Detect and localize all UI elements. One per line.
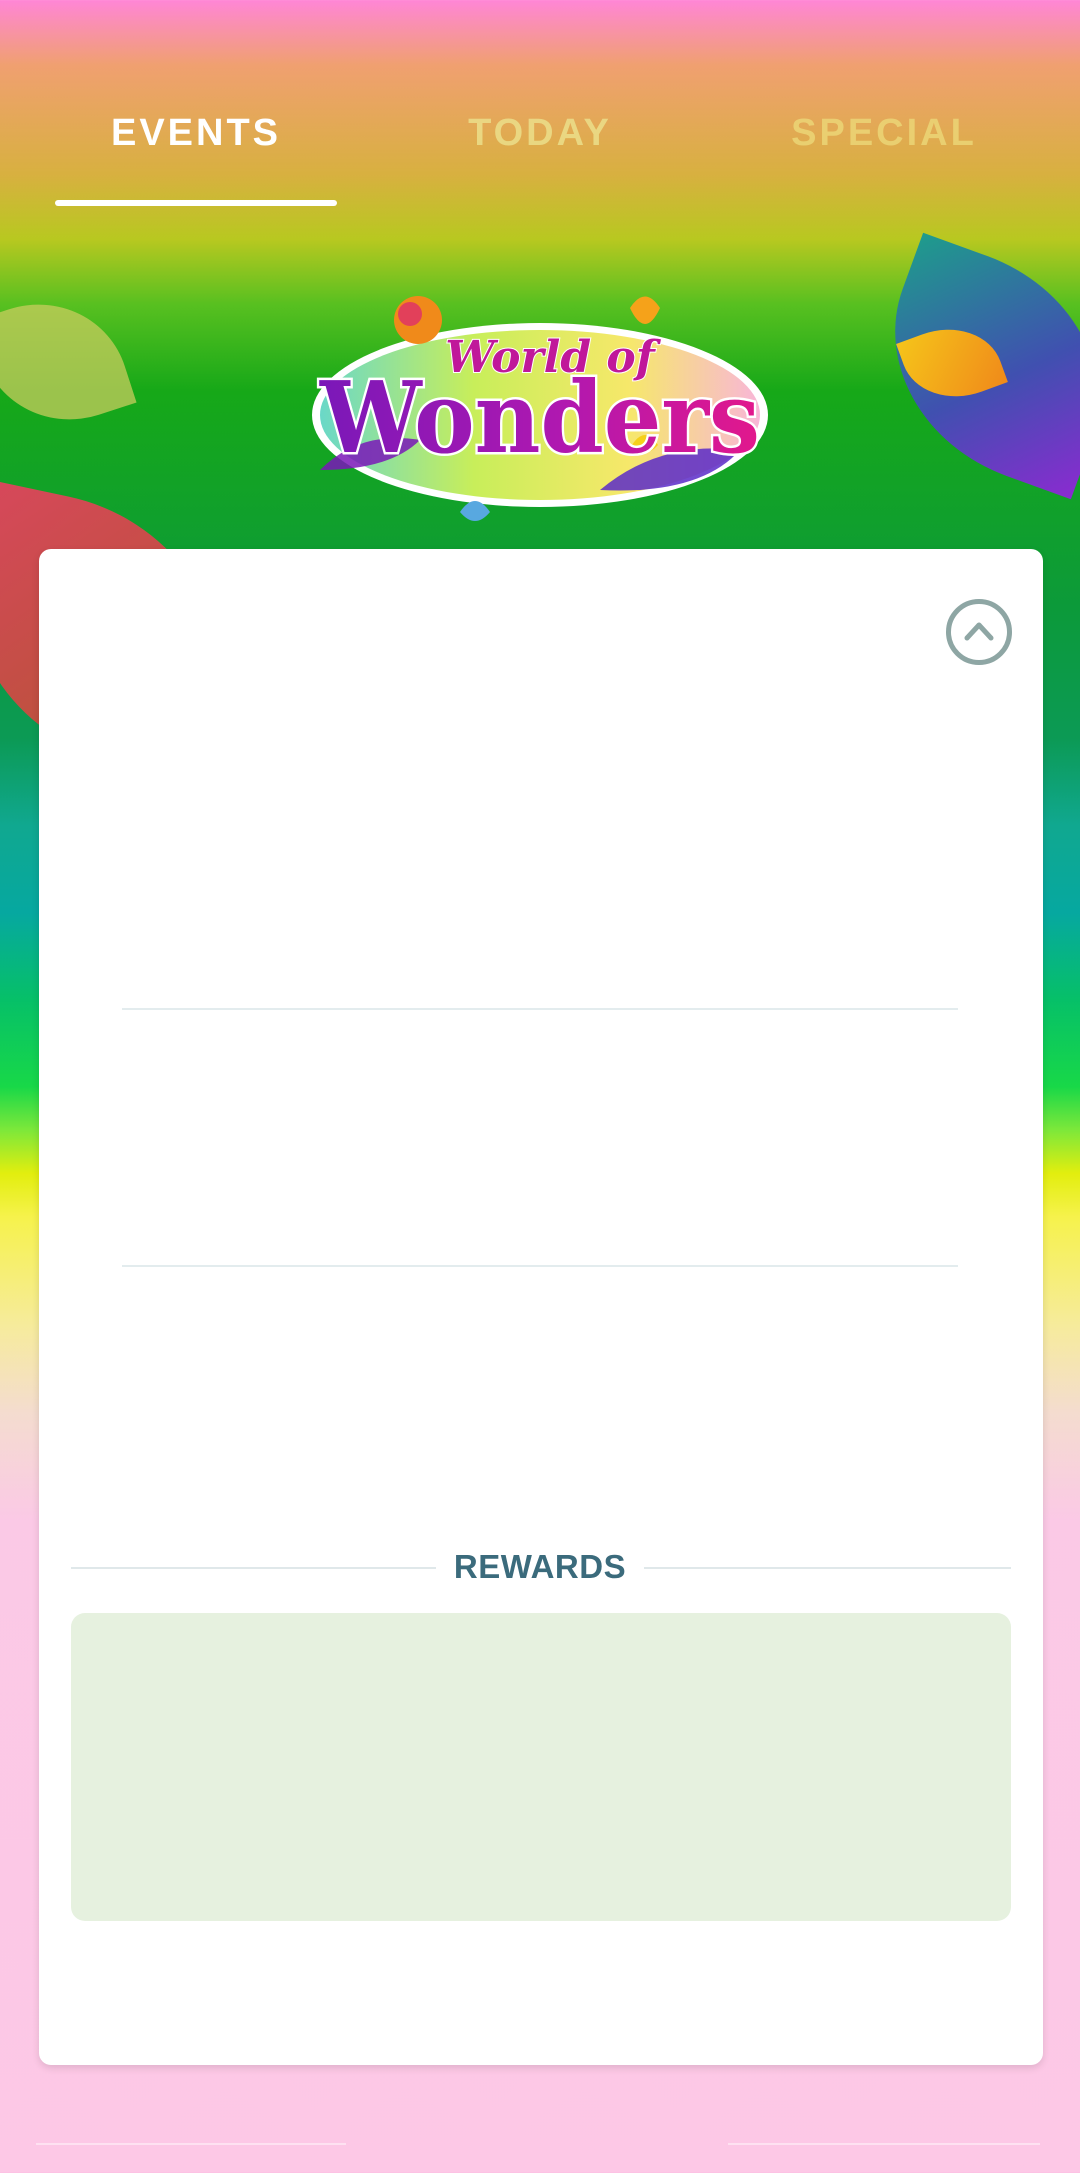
divider — [728, 2143, 1040, 2145]
divider — [122, 1265, 958, 1267]
rewards-panel — [71, 1613, 1011, 1921]
tab-bar: EVENTS TODAY SPECIAL — [0, 112, 1080, 212]
rewards-title: REWARDS — [453, 1548, 627, 1585]
decorative-leaf — [0, 280, 137, 444]
tab-events[interactable]: EVENTS — [26, 112, 366, 155]
divider — [71, 1567, 436, 1569]
event-logo: World of Wonders — [312, 296, 768, 521]
chevron-up-icon — [964, 622, 994, 641]
collapse-button[interactable] — [946, 599, 1012, 665]
tab-today[interactable]: TODAY — [370, 112, 710, 155]
divider — [644, 1567, 1011, 1569]
tab-special[interactable]: SPECIAL — [714, 112, 1054, 155]
divider — [122, 1008, 958, 1010]
event-card: REWARDS — [39, 549, 1043, 2065]
active-tab-indicator — [55, 200, 337, 206]
logo-title: Wonders — [319, 361, 760, 476]
divider — [36, 2143, 346, 2145]
rewards-header: REWARDS — [71, 1543, 1011, 1593]
